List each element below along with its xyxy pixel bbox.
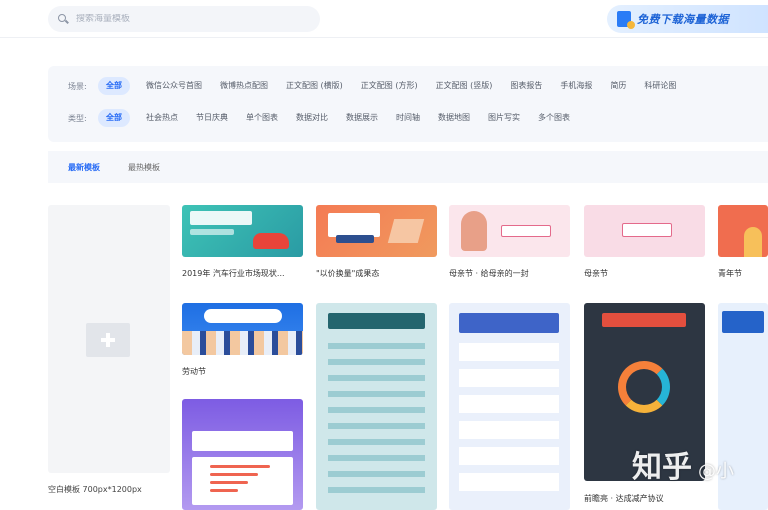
thumb-title-block <box>328 313 425 329</box>
search-input[interactable] <box>76 14 276 24</box>
template-card-infographic-blue[interactable] <box>449 303 570 510</box>
thumb-title-block <box>192 431 293 451</box>
card-caption-auto-industry: 2019年 汽车行业市场现状... <box>182 269 285 278</box>
thumb-title-block <box>204 309 282 323</box>
download-data-button[interactable]: 免费下载海量数据 <box>607 5 768 33</box>
scene-filter-row: 场景: 全部 微信公众号首图 微博热点配图 正文配图 (横版) 正文配图 (方形… <box>68 77 694 95</box>
thumb-bar <box>210 489 238 492</box>
thumb-subtitle-block <box>190 229 234 235</box>
watermark-main: 知乎 <box>632 450 692 485</box>
workers-illustration <box>182 331 303 355</box>
type-chip-festival[interactable]: 节日庆典 <box>196 109 228 127</box>
scene-chip-chart-report[interactable]: 图表报告 <box>510 77 542 95</box>
thumb-rows <box>459 343 559 498</box>
thumb-bar <box>210 465 270 468</box>
type-filter-row: 类型: 全部 社会热点 节日庆典 单个图表 数据对比 数据展示 时间轴 数据地图… <box>68 109 588 127</box>
thumb-chart-block <box>192 457 293 505</box>
card-caption-mothers-day-letter: 母亲节 · 给母亲的一封 <box>449 269 529 278</box>
type-chip-social[interactable]: 社会热点 <box>146 109 178 127</box>
thumb-bars <box>328 343 425 493</box>
scene-chip-landscape[interactable]: 正文配图 (横版) <box>286 77 343 95</box>
thumb-bar <box>210 473 258 476</box>
thumb-title-block <box>622 223 672 237</box>
box-illustration <box>387 219 425 243</box>
tab-hottest[interactable]: 最热模板 <box>128 162 160 173</box>
scene-chip-square[interactable]: 正文配图 (方形) <box>361 77 418 95</box>
download-data-label: 免费下载海量数据 <box>637 13 729 26</box>
zhihu-watermark: 知乎 @小 <box>632 442 734 486</box>
watermark-sub: @小 <box>698 461 734 482</box>
type-chip-display[interactable]: 数据展示 <box>346 109 378 127</box>
car-illustration <box>253 233 289 249</box>
type-chip-timeline[interactable]: 时间轴 <box>396 109 420 127</box>
blank-template-card[interactable] <box>48 205 170 473</box>
search-icon <box>58 14 68 24</box>
type-chip-map[interactable]: 数据地图 <box>438 109 470 127</box>
type-chip-photo[interactable]: 图片写实 <box>488 109 520 127</box>
thumb-tag-block <box>336 235 374 243</box>
scene-chip-portrait[interactable]: 正文配图 (竖版) <box>436 77 493 95</box>
type-chip-comparison[interactable]: 数据对比 <box>296 109 328 127</box>
blank-template-label: 空白模板 700px*1200px <box>48 485 142 494</box>
thumb-title-block <box>190 211 252 225</box>
template-tabs: 最新模板 最热模板 <box>48 151 768 183</box>
template-card-epidemic-data[interactable] <box>182 399 303 510</box>
thumb-title-block <box>459 313 559 333</box>
template-card-price-volume[interactable] <box>316 205 437 257</box>
scene-chip-weibo[interactable]: 微博热点配图 <box>220 77 268 95</box>
thumb-title-block <box>501 225 551 237</box>
thumb-bar <box>210 481 248 484</box>
type-chip-all[interactable]: 全部 <box>98 109 130 127</box>
figure-illustration <box>461 211 487 251</box>
figure-illustration <box>744 227 762 257</box>
type-filter-label: 类型: <box>68 113 87 123</box>
template-card-youth-day[interactable] <box>718 205 768 257</box>
template-card-mothers-day[interactable] <box>584 205 705 257</box>
scene-chip-wechat-cover[interactable]: 微信公众号首图 <box>146 77 202 95</box>
tab-latest[interactable]: 最新模板 <box>68 162 100 173</box>
scene-chip-mobile-poster[interactable]: 手机海报 <box>560 77 592 95</box>
template-card-auto-industry[interactable] <box>182 205 303 257</box>
thumb-title-block <box>602 313 686 327</box>
template-card-labor-day[interactable] <box>182 303 303 355</box>
template-card-mothers-day-letter[interactable] <box>449 205 570 257</box>
top-bar: 免费下载海量数据 <box>0 0 768 38</box>
type-chip-multi-chart[interactable]: 多个图表 <box>538 109 570 127</box>
type-chip-single-chart[interactable]: 单个图表 <box>246 109 278 127</box>
add-image-icon <box>86 323 130 357</box>
template-card-infographic-teal[interactable] <box>316 303 437 510</box>
card-caption-youth-day: 青年节 <box>718 269 742 278</box>
donut-illustration <box>618 361 670 413</box>
card-caption-labor-day: 劳动节 <box>182 367 206 376</box>
card-caption-opec-cut: 前瞻亮 · 达成减产协议 <box>584 494 664 503</box>
scene-chip-research[interactable]: 科研论图 <box>644 77 676 95</box>
data-icon <box>617 11 635 29</box>
scene-chip-all[interactable]: 全部 <box>98 77 130 95</box>
thumb-title-block <box>328 213 380 237</box>
filter-panel: 场景: 全部 微信公众号首图 微博热点配图 正文配图 (横版) 正文配图 (方形… <box>48 66 768 142</box>
search-box[interactable] <box>48 6 320 32</box>
scene-chip-resume[interactable]: 简历 <box>610 77 626 95</box>
card-caption-price-volume: "以价换量"成果态 <box>316 269 380 278</box>
thumb-title-block <box>722 311 764 333</box>
scene-filter-label: 场景: <box>68 81 87 91</box>
card-caption-mothers-day: 母亲节 <box>584 269 608 278</box>
